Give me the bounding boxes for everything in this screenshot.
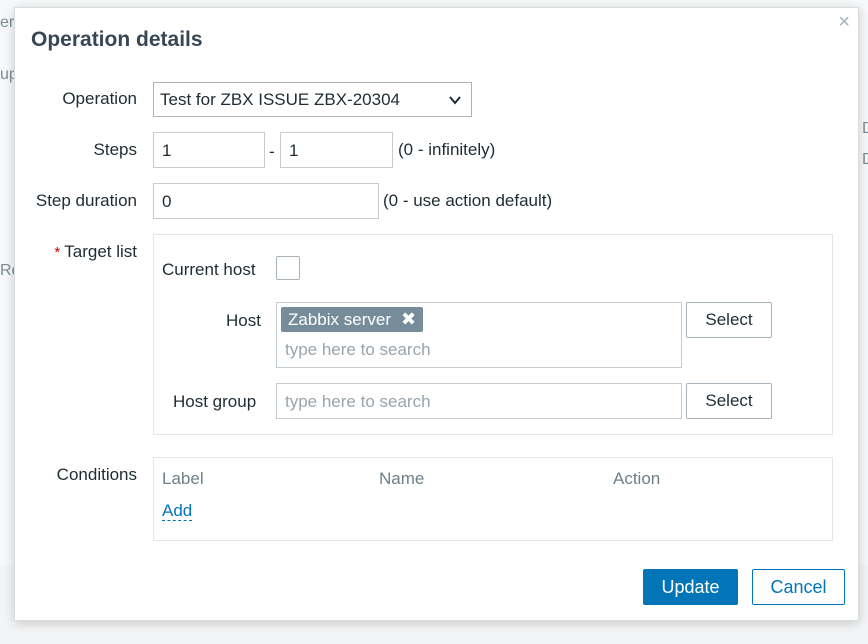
conditions-label: Conditions bbox=[56, 465, 137, 484]
chevron-down-icon bbox=[449, 96, 461, 105]
host-group-multiselect[interactable]: type here to search bbox=[276, 383, 682, 419]
steps-separator: - bbox=[269, 142, 275, 161]
step-duration-label: Step duration bbox=[35, 191, 137, 210]
operation-select[interactable]: Test for ZBX ISSUE ZBX-20304 bbox=[153, 82, 472, 117]
steps-label: Steps bbox=[93, 140, 137, 159]
host-label: Host bbox=[226, 311, 261, 330]
target-list-box: Current host Host Zabbix server ✖ type h… bbox=[153, 234, 833, 435]
host-group-select-button[interactable]: Select bbox=[686, 383, 772, 419]
update-button[interactable]: Update bbox=[643, 569, 738, 605]
remove-tag-icon[interactable]: ✖ bbox=[401, 307, 416, 332]
steps-from-input[interactable]: 1 bbox=[153, 132, 265, 168]
operation-label: Operation bbox=[62, 89, 137, 108]
operation-selected-value: Test for ZBX ISSUE ZBX-20304 bbox=[160, 90, 400, 109]
column-header-action: Action bbox=[613, 469, 661, 488]
current-host-checkbox[interactable] bbox=[276, 256, 300, 280]
target-list-label-text: Target list bbox=[64, 242, 137, 261]
host-group-search-placeholder[interactable]: type here to search bbox=[285, 392, 431, 412]
column-header-label: Label bbox=[162, 469, 204, 488]
current-host-label: Current host bbox=[162, 260, 256, 279]
background-text: er bbox=[0, 14, 15, 31]
close-icon[interactable]: × bbox=[838, 12, 850, 32]
steps-hint: (0 - infinitely) bbox=[398, 140, 496, 159]
add-condition-link[interactable]: Add bbox=[162, 501, 193, 521]
background-text: D bbox=[862, 120, 868, 137]
cancel-button[interactable]: Cancel bbox=[752, 569, 845, 605]
step-duration-hint: (0 - use action default) bbox=[383, 191, 553, 210]
steps-to-input[interactable]: 1 bbox=[280, 132, 393, 168]
host-select-button[interactable]: Select bbox=[686, 302, 772, 338]
step-duration-input[interactable]: 0 bbox=[153, 183, 379, 219]
conditions-box: Label Name Action Add bbox=[153, 457, 833, 541]
required-marker: * bbox=[54, 244, 61, 261]
column-header-name: Name bbox=[379, 469, 425, 488]
dialog-title: Operation details bbox=[31, 28, 203, 51]
host-tag: Zabbix server ✖ bbox=[281, 307, 424, 332]
host-group-label: Host group bbox=[173, 392, 257, 411]
operation-details-dialog: Operation details × Operation Test for Z… bbox=[14, 7, 859, 621]
host-search-placeholder[interactable]: type here to search bbox=[285, 340, 431, 360]
target-list-label: * Target list bbox=[15, 242, 137, 262]
host-multiselect[interactable]: Zabbix server ✖ type here to search bbox=[276, 302, 682, 368]
host-tag-label: Zabbix server bbox=[288, 310, 391, 329]
background-text: D bbox=[862, 151, 868, 168]
